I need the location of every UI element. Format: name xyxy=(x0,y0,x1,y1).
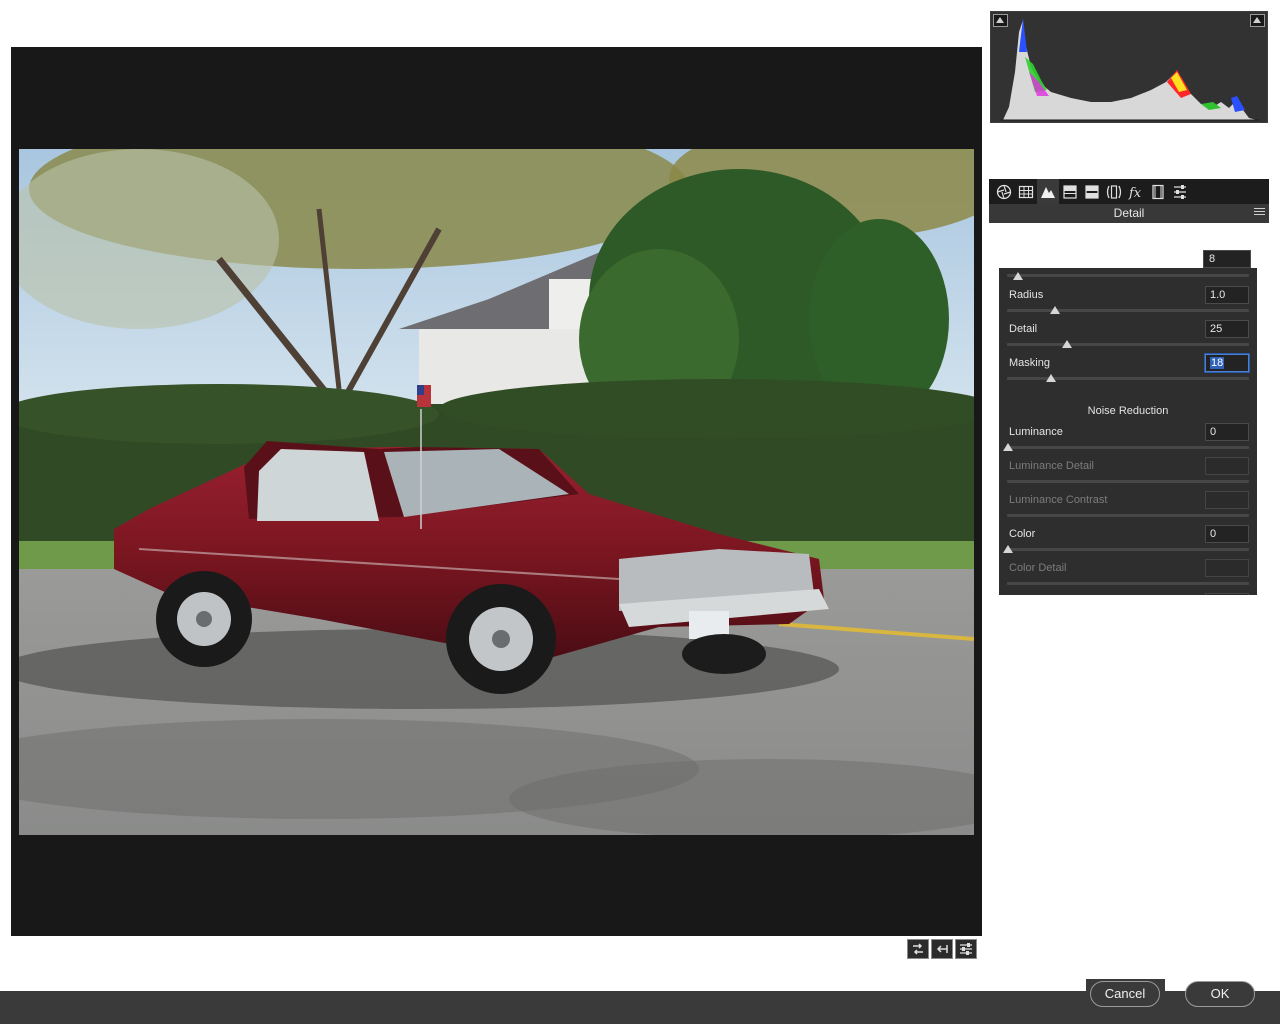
slider-thumb[interactable] xyxy=(1050,306,1060,314)
swap-before-after-button[interactable] xyxy=(907,939,929,959)
masking-slider[interactable] xyxy=(1007,374,1249,382)
tab-basic[interactable] xyxy=(993,179,1015,204)
car-photo xyxy=(19,149,974,835)
slider-thumb[interactable] xyxy=(1003,443,1013,451)
panel-tab-row: fx xyxy=(989,179,1269,204)
lens-icon xyxy=(1106,184,1122,199)
panel-title-bar: Detail xyxy=(989,204,1269,223)
color-detail-field xyxy=(1205,559,1249,577)
preview-view-tools xyxy=(907,939,977,959)
luminance-row: Luminance 0 xyxy=(1009,423,1249,441)
histogram-graph xyxy=(1001,18,1259,121)
luminance-detail-slider xyxy=(1007,480,1249,483)
luminance-contrast-slider xyxy=(1007,514,1249,517)
film-icon xyxy=(1152,184,1164,199)
tab-detail[interactable] xyxy=(1037,179,1059,204)
sliders-icon xyxy=(1174,184,1186,199)
copy-settings-button[interactable] xyxy=(931,939,953,959)
luminance-contrast-row: Luminance Contrast xyxy=(1009,491,1249,509)
radius-row: Radius 1.0 xyxy=(1009,286,1249,304)
masking-field[interactable]: 18 xyxy=(1205,354,1249,372)
masking-row: Masking 18 xyxy=(1009,354,1249,372)
swap-icon xyxy=(913,943,923,955)
slider-thumb[interactable] xyxy=(1046,374,1056,382)
camera-raw-dialog: fx Detail 8 Radius 1.0 Detail 25 Masking… xyxy=(0,0,1280,1024)
radius-label: Radius xyxy=(1009,289,1044,301)
cancel-button[interactable]: Cancel xyxy=(1090,981,1160,1007)
luminance-detail-row: Luminance Detail xyxy=(1009,457,1249,475)
luminance-slider[interactable] xyxy=(1003,443,1249,451)
tab-tone-curve[interactable] xyxy=(1015,179,1037,204)
sharpening-amount-slider[interactable] xyxy=(1007,272,1249,280)
color-detail-row: Color Detail xyxy=(1009,559,1249,577)
mountains-icon xyxy=(1041,186,1055,198)
slider-thumb[interactable] xyxy=(1013,272,1023,280)
shadow-clipping-toggle[interactable] xyxy=(993,14,1008,27)
radius-slider[interactable] xyxy=(1007,306,1249,314)
panel-title: Detail xyxy=(1113,206,1145,220)
color-detail-slider xyxy=(1007,582,1249,585)
luminance-detail-field xyxy=(1205,457,1249,475)
panel-tabs: fx Detail xyxy=(989,179,1269,223)
tab-split-toning[interactable] xyxy=(1081,179,1103,204)
sharpening-amount-field[interactable]: 8 xyxy=(1203,250,1251,268)
luminance-label: Luminance xyxy=(1009,426,1063,438)
tab-presets[interactable] xyxy=(1169,179,1191,204)
ok-button[interactable]: OK xyxy=(1185,981,1255,1007)
split-toning-icon xyxy=(1063,184,1077,199)
detail-row: Detail 25 xyxy=(1009,320,1249,338)
hsl-icon xyxy=(1085,184,1099,199)
noise-reduction-heading: Noise Reduction xyxy=(1087,405,1169,417)
luminance-contrast-field xyxy=(1205,491,1249,509)
sliders-icon xyxy=(960,943,972,955)
image-preview-area xyxy=(11,47,982,936)
detail-field[interactable]: 25 xyxy=(1205,320,1249,338)
photo-preview[interactable] xyxy=(19,149,974,835)
tab-hsl[interactable] xyxy=(1059,179,1081,204)
masking-value: 18 xyxy=(1210,357,1225,369)
histogram xyxy=(990,11,1268,123)
color-smoothness-row xyxy=(1009,593,1249,595)
detail-panel: Radius 1.0 Detail 25 Masking 18 Noise Re… xyxy=(999,268,1257,595)
arrow-left-icon xyxy=(936,945,948,953)
luminance-field[interactable]: 0 xyxy=(1205,423,1249,441)
svg-text:fx: fx xyxy=(1128,186,1142,200)
luminance-contrast-label: Luminance Contrast xyxy=(1009,494,1108,506)
color-row: Color 0 xyxy=(1009,525,1249,543)
detail-slider[interactable] xyxy=(1007,340,1249,348)
fx-icon: fx xyxy=(1128,186,1142,200)
color-smoothness-field xyxy=(1205,593,1249,595)
luminance-detail-label: Luminance Detail xyxy=(1009,460,1094,472)
grid-icon xyxy=(1018,185,1034,198)
color-detail-label: Color Detail xyxy=(1009,562,1067,574)
tab-camera-calibration[interactable] xyxy=(1147,179,1169,204)
tab-lens-corrections[interactable] xyxy=(1103,179,1125,204)
highlight-clipping-toggle[interactable] xyxy=(1250,14,1265,27)
aperture-icon xyxy=(996,184,1012,199)
slider-thumb[interactable] xyxy=(1062,340,1072,348)
toggle-settings-button[interactable] xyxy=(955,939,977,959)
masking-label: Masking xyxy=(1009,357,1050,369)
radius-field[interactable]: 1.0 xyxy=(1205,286,1249,304)
detail-label: Detail xyxy=(1009,323,1038,335)
tab-effects[interactable]: fx xyxy=(1125,179,1147,204)
color-label: Color xyxy=(1009,528,1036,540)
slider-thumb[interactable] xyxy=(1003,545,1013,553)
color-slider[interactable] xyxy=(1003,545,1249,553)
color-field[interactable]: 0 xyxy=(1205,525,1249,543)
panel-menu-icon[interactable] xyxy=(1254,208,1265,218)
